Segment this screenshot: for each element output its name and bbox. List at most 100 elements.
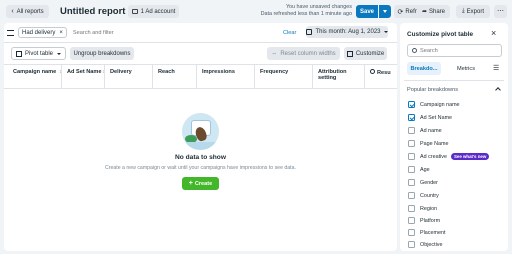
search-filter-input[interactable] [72, 27, 273, 38]
column-header-frequency[interactable]: Frequency [255, 65, 313, 88]
breakdown-label: Platform [420, 217, 441, 224]
customize-icon [346, 50, 353, 57]
column-sort-icon[interactable]: ↕ [59, 69, 62, 75]
chevron-left-icon: ‹ [11, 8, 14, 15]
pivot-table-icon [15, 50, 22, 57]
checkbox-icon[interactable] [408, 205, 415, 212]
breakdown-item-objective[interactable]: Objective [408, 241, 442, 248]
column-label: Attribution setting [318, 69, 347, 81]
sort-columns-icon[interactable]: ☰ [493, 64, 499, 72]
date-range-button[interactable]: This month: Aug 1, 2023 [306, 26, 388, 38]
breakdown-item-page-name[interactable]: Page Name [408, 140, 448, 147]
checkbox-icon[interactable] [408, 127, 415, 134]
breakdown-item-ad-creative[interactable]: Ad creative See what's new [408, 153, 490, 160]
checkbox-icon[interactable] [408, 153, 415, 160]
customize-button[interactable]: Customize [344, 47, 387, 60]
breakdown-label: Objective [420, 241, 443, 248]
breakdown-label: Gender [420, 179, 438, 186]
save-options-button[interactable] [379, 5, 391, 18]
had-delivery-chip[interactable]: Had delivery × [18, 27, 67, 38]
search-icon [412, 48, 417, 53]
save-button[interactable]: Save [356, 5, 378, 18]
back-to-reports-button[interactable]: ‹ All reports [6, 5, 49, 18]
chip-label: Had delivery [22, 29, 56, 36]
pivot-table-button[interactable]: Pivot table [11, 47, 66, 60]
panel-divider [404, 80, 504, 81]
column-label: Reach [158, 69, 175, 75]
breakdown-label: Placement [420, 229, 446, 236]
checkbox-icon[interactable] [408, 241, 415, 248]
breakdown-item-gender[interactable]: Gender [408, 179, 438, 186]
column-label: Frequency [260, 69, 289, 75]
pivot-chevron-down-icon [57, 52, 62, 55]
panel-search-field[interactable] [407, 44, 502, 57]
divider [4, 42, 397, 43]
column-label: Resu [377, 70, 391, 76]
checkbox-icon[interactable] [408, 166, 415, 173]
breakdown-item-ad-set-name[interactable]: Ad Set Name [408, 114, 452, 121]
create-button[interactable]: + Create [182, 177, 219, 190]
checkbox-icon[interactable] [408, 217, 415, 224]
breakdown-item-placement[interactable]: Placement [408, 229, 445, 236]
reset-columns-icon: ⇔ [271, 50, 278, 57]
unsaved-changes-text: You have unsaved changes Data refreshed … [226, 4, 352, 18]
breakdown-item-region[interactable]: Region [408, 205, 437, 212]
breakdown-label: Ad Set Name [420, 114, 453, 121]
breakdown-item-platform[interactable]: Platform [408, 217, 440, 224]
calendar-icon [306, 29, 313, 35]
pivot-table-label: Pivot table [24, 50, 54, 57]
column-header-attribution-setting[interactable]: Attribution setting [313, 65, 365, 88]
more-options-button[interactable]: ⋯ [494, 5, 507, 18]
tab-breakdowns[interactable]: Breakdo... [407, 62, 441, 75]
customize-label: Customize [355, 50, 385, 57]
export-label: Export [466, 8, 484, 15]
breakdown-item-age[interactable]: Age [408, 166, 430, 173]
share-label: Share [429, 8, 446, 15]
column-label: Campaign name [13, 69, 57, 75]
panel-search-input[interactable] [420, 47, 490, 54]
breakdown-item-ad-name[interactable]: Ad name [408, 127, 442, 134]
empty-state-subtitle: Create a new campaign or wait until your… [105, 165, 296, 171]
column-label: Impressions [202, 69, 235, 75]
column-header-reach[interactable]: Reach [153, 65, 197, 88]
checkbox-icon[interactable] [408, 229, 415, 236]
download-icon: ⤓ [462, 8, 465, 14]
create-label: Create [194, 180, 213, 187]
checkbox-icon[interactable] [408, 140, 415, 147]
breakdown-label: Campaign name [420, 101, 460, 108]
reset-widths-label: Reset column widths [280, 50, 336, 57]
export-button[interactable]: ⤓ Export [456, 5, 490, 18]
column-header-impressions[interactable]: Impressions [197, 65, 255, 88]
side-panel-title: Customize pivot table [407, 31, 474, 38]
empty-state-title: No data to show [175, 154, 226, 161]
share-button[interactable]: ➦ Share [417, 5, 450, 18]
breakdown-label: Ad name [420, 127, 442, 134]
info-icon [370, 69, 375, 74]
checkbox-icon[interactable] [408, 192, 415, 199]
ungroup-breakdowns-button[interactable]: Ungroup breakdowns [70, 47, 134, 60]
reset-column-widths-button[interactable]: ⇔ Reset column widths [267, 47, 340, 60]
column-label: Delivery [110, 69, 132, 75]
column-header-delivery[interactable]: Delivery [105, 65, 153, 88]
popular-breakdowns-title: Popular breakdowns [407, 87, 458, 93]
empty-state-illustration [182, 113, 219, 150]
illustration-base [182, 142, 219, 150]
ad-account-button[interactable]: 1 Ad account [128, 5, 179, 18]
column-header-results[interactable]: Resu [365, 65, 397, 88]
checkbox-icon[interactable] [408, 179, 415, 186]
breakdown-item-country[interactable]: Country [408, 192, 439, 199]
checkbox-checked-icon[interactable] [408, 114, 415, 121]
column-header-ad-set-name[interactable]: Ad Set Name [62, 65, 105, 88]
breakdown-item-campaign-name[interactable]: Campaign name [408, 101, 460, 108]
clear-filters-link[interactable]: Clear [283, 30, 296, 36]
back-label: All reports [16, 8, 44, 15]
breakdown-label: Ad creative [420, 153, 447, 160]
checkbox-checked-icon[interactable] [408, 101, 415, 108]
row-select-checkbox[interactable] [5, 70, 7, 82]
tab-metrics[interactable]: Metrics [450, 62, 482, 75]
column-sort-icon[interactable]: ↕ [102, 69, 105, 75]
ad-account-label: 1 Ad account [140, 8, 176, 15]
breakdown-label: Region [420, 205, 438, 212]
close-panel-icon[interactable]: × [491, 28, 496, 38]
column-header-campaign-name[interactable]: Campaign name [8, 65, 62, 88]
